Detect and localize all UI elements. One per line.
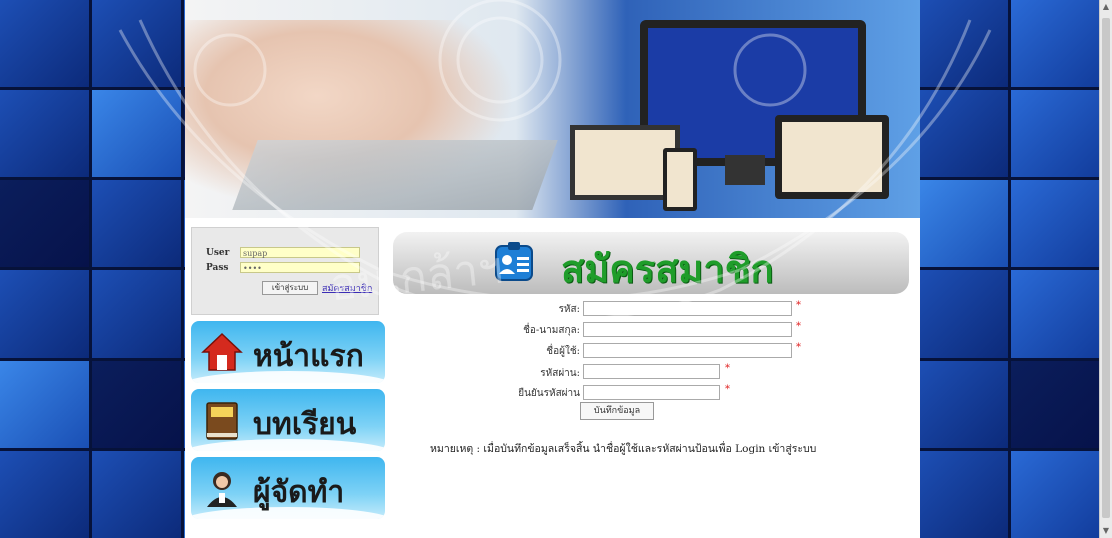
header-banner-image <box>185 0 920 218</box>
page-title: สมัครสมาชิก <box>561 247 774 291</box>
vertical-scrollbar[interactable]: ▲ ▼ <box>1099 0 1112 538</box>
book-icon <box>206 402 238 440</box>
nav-author-button[interactable]: ผู้จัดทำ <box>191 457 385 519</box>
required-mark: * <box>796 300 801 311</box>
tablet-image <box>775 115 889 199</box>
nav-lessons-button[interactable]: บทเรียน <box>191 389 385 451</box>
nav-lessons-label: บทเรียน <box>253 407 357 442</box>
keyboard-image <box>232 140 558 210</box>
login-button[interactable]: เข้าสู่ระบบ <box>262 281 318 295</box>
phone-image <box>663 148 697 211</box>
fullname-input[interactable] <box>583 322 792 337</box>
scroll-thumb[interactable] <box>1102 18 1110 518</box>
code-input[interactable] <box>583 301 792 316</box>
user-label: User <box>206 248 230 258</box>
page-container: User supap Pass •••• เข้าสู่ระบบ สมัครสม… <box>185 0 920 538</box>
required-mark: * <box>725 384 730 395</box>
required-mark: * <box>725 363 730 374</box>
code-label: รหัส: <box>558 304 580 315</box>
new-password-input[interactable] <box>583 364 720 379</box>
username-label: ชื่อผู้ใช้: <box>546 346 580 357</box>
person-icon <box>207 472 237 507</box>
nav-author-label: ผู้จัดทำ <box>253 475 345 510</box>
required-mark: * <box>796 342 801 353</box>
form-note: หมายเหตุ : เมื่อบันทึกข้อมูลเสร็จสิ้น นำ… <box>430 443 817 455</box>
confirm-password-label: ยืนยันรหัสผ่าน <box>518 388 580 399</box>
register-link[interactable]: สมัครสมาชิก <box>322 281 372 295</box>
login-box: User supap Pass •••• เข้าสู่ระบบ สมัครสม… <box>191 227 379 315</box>
confirm-password-input[interactable] <box>583 385 720 400</box>
save-button[interactable]: บันทึกข้อมูล <box>580 402 654 420</box>
nav-home-label: หน้าแรก <box>253 339 364 374</box>
scroll-down-arrow-icon[interactable]: ▼ <box>1100 524 1112 538</box>
nav-home-button[interactable]: หน้าแรก <box>191 321 385 383</box>
required-mark: * <box>796 321 801 332</box>
username-input[interactable]: supap <box>240 247 360 258</box>
password-label: รหัสผ่าน: <box>540 368 580 379</box>
new-username-input[interactable] <box>583 343 792 358</box>
monitor-stand <box>725 155 765 185</box>
id-card-icon <box>495 242 533 281</box>
pass-label: Pass <box>206 263 229 273</box>
password-input[interactable]: •••• <box>240 262 360 273</box>
scroll-up-arrow-icon[interactable]: ▲ <box>1100 0 1112 14</box>
fullname-label: ชื่อ-นามสกุล: <box>523 325 580 336</box>
register-header: สมัครสมาชิก <box>393 232 909 294</box>
home-icon <box>201 332 243 371</box>
